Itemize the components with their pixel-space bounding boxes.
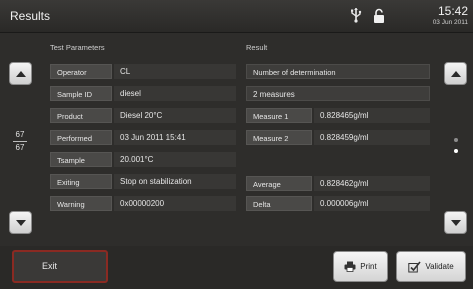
param-label-product: Product — [50, 108, 112, 123]
param-value-tsample: 20.001°C — [114, 152, 236, 167]
lock-icon — [374, 8, 384, 23]
measure1-label: Measure 1 — [246, 108, 312, 123]
usb-icon — [351, 8, 362, 23]
page-current: 67 — [15, 130, 25, 139]
print-button[interactable]: Print — [333, 251, 388, 282]
scroll-up-button-left[interactable] — [9, 62, 32, 85]
delta-label: Delta — [246, 196, 312, 211]
param-label-exiting: Exiting — [50, 174, 112, 189]
arrow-down-icon — [450, 219, 461, 226]
clock-date: 03 Jun 2011 — [432, 19, 468, 26]
exit-button[interactable]: Exit — [12, 250, 108, 283]
title-bar — [0, 0, 473, 33]
measure2-value: 0.828459g/ml — [314, 130, 430, 145]
param-value-sample-id: diesel — [114, 86, 236, 101]
print-label: Print — [360, 262, 377, 271]
measure2-label: Measure 2 — [246, 130, 312, 145]
determination-value: 2 measures — [246, 86, 430, 101]
param-value-performed: 03 Jun 2011 15:41 — [114, 130, 236, 145]
param-value-warning: 0x00000200 — [114, 196, 236, 211]
arrow-up-icon — [450, 70, 461, 77]
param-label-sample-id: Sample ID — [50, 86, 112, 101]
validate-label: Validate — [425, 262, 454, 271]
param-label-warning: Warning — [50, 196, 112, 211]
page-divider — [13, 141, 27, 142]
result-title: Result — [246, 43, 268, 52]
scroll-down-button-right[interactable] — [444, 211, 467, 234]
param-value-product: Diesel 20°C — [114, 108, 236, 123]
page-total: 67 — [15, 143, 25, 152]
scroll-up-button-right[interactable] — [444, 62, 467, 85]
param-value-operator: CL — [114, 64, 236, 79]
determination-label: Number of determination — [246, 64, 430, 79]
average-value: 0.828462g/ml — [314, 176, 430, 191]
clock-time: 15:42 — [437, 4, 468, 18]
scroll-down-button-left[interactable] — [9, 211, 32, 234]
page-dot-active — [454, 149, 458, 153]
validate-button[interactable]: Validate — [396, 251, 466, 282]
test-parameters-title: Test Parameters — [50, 43, 105, 52]
param-label-performed: Performed — [50, 130, 112, 145]
measure1-value: 0.828465g/ml — [314, 108, 430, 123]
page-dot-inactive — [454, 138, 458, 142]
arrow-up-icon — [15, 70, 26, 77]
param-label-tsample: Tsample — [50, 152, 112, 167]
param-value-exiting: Stop on stabilization — [114, 174, 236, 189]
param-label-operator: Operator — [50, 64, 112, 79]
printer-icon — [344, 261, 356, 272]
delta-value: 0.000006g/ml — [314, 196, 430, 211]
average-label: Average — [246, 176, 312, 191]
page-title: Results — [10, 9, 51, 23]
arrow-down-icon — [15, 219, 26, 226]
checkmark-icon — [408, 260, 421, 272]
